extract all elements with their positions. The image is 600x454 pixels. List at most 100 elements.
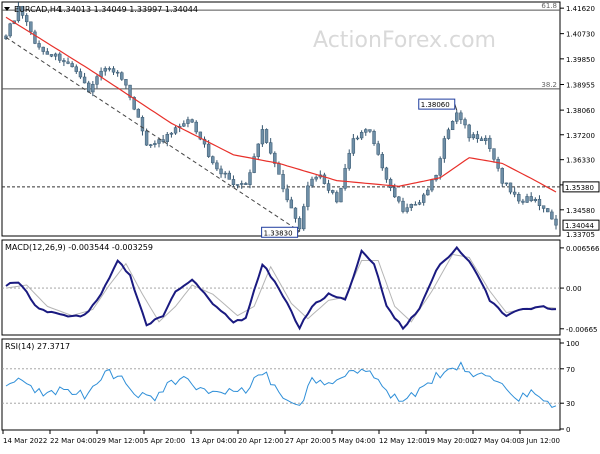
candle-body — [388, 179, 393, 189]
candle-body — [66, 61, 70, 64]
candle-body — [231, 179, 236, 185]
candle-body — [186, 119, 190, 124]
candle-body — [368, 129, 372, 132]
candle — [339, 187, 343, 203]
candle-body — [215, 162, 219, 170]
macd-tick-label: 0.00 — [566, 285, 582, 293]
candle-body — [227, 172, 231, 180]
candle-body — [111, 68, 116, 73]
candle-body — [380, 154, 385, 169]
candle-body — [475, 134, 480, 139]
candle-body — [74, 66, 78, 72]
rsi-tick-label: 30 — [566, 400, 575, 408]
candle-body — [95, 76, 99, 85]
candle — [264, 128, 269, 144]
candle-body — [306, 185, 310, 207]
candle-body — [488, 137, 492, 149]
macd-tick-label: -0.00665 — [566, 326, 597, 334]
candle-body — [426, 189, 430, 196]
candle-body — [521, 200, 525, 203]
candle-body — [492, 148, 496, 160]
candle — [194, 120, 198, 135]
candle-body — [508, 182, 513, 193]
candle-body — [405, 207, 409, 212]
candle-body — [314, 176, 318, 180]
candle-body — [87, 82, 91, 93]
candle-body — [115, 71, 120, 74]
candle-body — [144, 130, 149, 146]
candle-body — [120, 72, 124, 80]
candle — [546, 207, 550, 213]
candle-body — [335, 192, 339, 203]
time-tick-label: 19 May 20:00 — [426, 437, 474, 445]
candle-body — [467, 124, 471, 139]
candle-body — [343, 168, 347, 189]
candle-body — [331, 190, 335, 193]
candle-body — [169, 132, 174, 135]
candle-body — [256, 143, 260, 157]
candle-body — [244, 183, 248, 185]
candle-body — [103, 68, 107, 72]
candle-body — [347, 153, 351, 169]
price-tick-label: 1.38060 — [566, 107, 595, 115]
macd-tick-label: 0.006566 — [566, 245, 600, 253]
candle-body — [397, 196, 401, 202]
candle-body — [268, 142, 273, 154]
candle-body — [455, 112, 459, 122]
candle-body — [29, 21, 33, 33]
candle-body — [533, 198, 538, 202]
candle-body — [82, 76, 87, 84]
candle-body — [459, 112, 463, 120]
ohlc-label: 1.34013 1.34049 1.33997 1.34044 — [58, 5, 198, 14]
candle-body — [107, 68, 112, 70]
time-tick-label: 27 May 04:00 — [473, 437, 521, 445]
candle-body — [281, 174, 285, 190]
candle-body — [364, 129, 368, 133]
annotation-label: 1.38060 — [421, 101, 450, 109]
fib-level-label: 38.2 — [541, 81, 557, 89]
candle-body — [49, 54, 54, 57]
time-tick-label: 12 May 12:00 — [379, 437, 427, 445]
candle-body — [124, 79, 128, 86]
candle-body — [302, 206, 306, 230]
price-tick-label: 1.36330 — [566, 157, 595, 165]
candle-body — [372, 131, 376, 145]
macd-label: MACD(12,26,9) -0.003544 -0.003259 — [5, 243, 153, 252]
candle-body — [512, 191, 517, 195]
time-tick-label: 5 May 04:00 — [332, 437, 376, 445]
candle-body — [293, 207, 298, 219]
candle-body — [149, 144, 153, 146]
candle-body — [541, 205, 546, 209]
candle — [302, 203, 306, 231]
candle-body — [384, 167, 389, 180]
forex-chart: ActionForex.com 61.838.2 1.338301.38060 … — [0, 0, 600, 450]
watermark: ActionForex.com — [313, 28, 496, 53]
candle-body — [53, 53, 58, 57]
price-tick-label: 1.39850 — [566, 56, 595, 64]
candle-body — [355, 137, 360, 140]
candle-body — [310, 178, 314, 187]
candle — [297, 216, 302, 232]
candle-body — [326, 183, 331, 191]
candle-body — [260, 129, 265, 145]
candle-body — [62, 60, 66, 63]
current-price-label: 1.34044 — [565, 222, 594, 230]
candle-body — [264, 129, 269, 143]
candle-body — [554, 218, 558, 226]
candle — [8, 22, 12, 38]
candle-body — [211, 156, 215, 164]
candle-body — [58, 53, 62, 61]
time-tick-label: 14 Mar 2022 — [3, 437, 47, 445]
rsi-label: RSI(14) 27.3717 — [5, 342, 70, 351]
symbol-label: EURCAD,H4 — [14, 5, 61, 14]
candle-body — [546, 208, 550, 213]
time-tick-label: 3 Jun 12:00 — [520, 437, 560, 445]
candle-body — [413, 204, 418, 206]
candle-body — [517, 194, 521, 202]
rsi-tick-label: 0 — [566, 426, 570, 434]
candle-body — [484, 137, 488, 142]
candle — [380, 152, 385, 171]
candle-body — [479, 138, 484, 142]
candle-body — [182, 123, 186, 127]
candle-body — [450, 121, 455, 131]
